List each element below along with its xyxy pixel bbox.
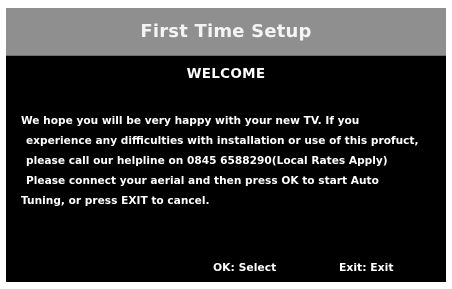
exit-hint[interactable]: Exit: Exit — [339, 261, 393, 274]
message-line: Tuning, or press EXIT to cancel. — [21, 195, 210, 207]
title-bar: First Time Setup — [6, 8, 446, 56]
welcome-message: We hope you will be very happy with your… — [21, 111, 451, 211]
message-line: We hope you will be very happy with your… — [21, 115, 360, 127]
page-title: First Time Setup — [140, 21, 312, 42]
message-line: experience any difficulties with install… — [26, 135, 419, 147]
ok-select-hint[interactable]: OK: Select — [213, 261, 276, 274]
welcome-heading: WELCOME — [186, 66, 266, 82]
message-line: please call our helpline on 0845 6588290… — [26, 155, 388, 167]
message-line: Please connect your aerial and then pres… — [26, 175, 379, 187]
setup-screen: First Time Setup WELCOME We hope you wil… — [6, 8, 446, 282]
